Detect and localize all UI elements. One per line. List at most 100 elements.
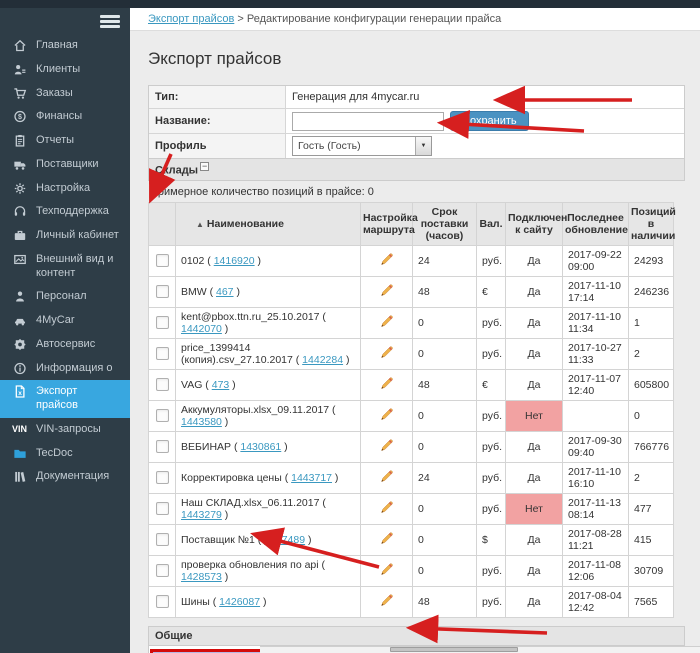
currency-cell: руб. [477,555,506,586]
stock-count-cell: 30709 [629,555,674,586]
row-checkbox[interactable] [156,471,169,484]
connected-cell: Да [506,555,563,586]
edit-route-pencil-icon[interactable] [380,345,394,359]
sidebar-item-3[interactable]: Заказы [0,82,130,106]
warehouses-section-header[interactable]: Склады− [148,159,685,181]
row-checkbox[interactable] [156,533,169,546]
sidebar-item-label: VIN-запросы [36,423,101,437]
edit-route-pencil-icon[interactable] [380,500,394,514]
page-title: Экспорт прайсов [148,49,685,69]
warehouse-id-link[interactable]: 1430861 [240,441,281,453]
warehouse-id-link[interactable]: 467 [216,286,234,298]
sidebar-item-17[interactable]: TecDoc [0,442,130,466]
row-checkbox[interactable] [156,285,169,298]
warehouse-id-link[interactable]: 1416920 [214,255,255,267]
delivery-hours-cell: 0 [413,400,477,431]
edit-route-pencil-icon[interactable] [380,469,394,483]
delivery-hours-cell: 48 [413,369,477,400]
warehouse-id-link[interactable]: 473 [212,379,230,391]
hamburger-menu-icon[interactable] [100,13,120,29]
edit-route-pencil-icon[interactable] [380,314,394,328]
edit-route-pencil-icon[interactable] [380,562,394,576]
general-section-label: Общие [155,630,193,642]
sidebar-item-13[interactable]: Автосервис [0,333,130,357]
profile-select-value: Гость (Гость) [293,137,415,155]
sidebar-item-9[interactable]: Личный кабинет [0,224,130,248]
stock-count-cell: 766776 [629,431,674,462]
table-row: Шины ( 1426087 )48руб.Да2017-08-04 12:42… [149,586,674,617]
name-input[interactable] [292,112,444,131]
stock-count-cell: 246236 [629,276,674,307]
delivery-hours-cell: 0 [413,307,477,338]
row-checkbox[interactable] [156,254,169,267]
warehouse-id-link[interactable]: 1443279 [181,509,222,521]
sidebar-item-6[interactable]: Поставщики [0,153,130,177]
row-checkbox[interactable] [156,564,169,577]
sidebar-item-16[interactable]: VINVIN-запросы [0,418,130,442]
row-checkbox[interactable] [156,378,169,391]
breadcrumb-link[interactable]: Экспорт прайсов [148,13,234,25]
sidebar-item-2[interactable]: Клиенты [0,58,130,82]
warehouse-id-link[interactable]: 1426087 [219,596,260,608]
warehouse-id-link[interactable]: 1428573 [181,571,222,583]
warehouse-id-link[interactable]: 1443580 [181,416,222,428]
edit-route-pencil-icon[interactable] [380,252,394,266]
row-checkbox[interactable] [156,502,169,515]
warehouse-id-link[interactable]: 1387489 [264,534,305,546]
sidebar-item-8[interactable]: Техподдержка [0,200,130,224]
edit-route-pencil-icon[interactable] [380,593,394,607]
connected-cell: Да [506,431,563,462]
warehouse-name-cell: Наш СКЛАД.xlsx_06.11.2017 ( 1443279 ) [176,493,361,524]
sidebar-item-label: Клиенты [36,63,80,77]
clients-icon [12,63,27,76]
edit-route-pencil-icon[interactable] [380,407,394,421]
approx-count-line: Примерное количество позиций в прайсе: 0 [148,181,685,202]
sidebar-item-7[interactable]: Настройка [0,177,130,201]
stock-count-cell: 0 [629,400,674,431]
sidebar-item-label: Заказы [36,87,73,101]
sidebar-item-10[interactable]: Внешний вид и контент [0,248,130,286]
table-row: 0102 ( 1416920 )24руб.Да2017-09-22 09:00… [149,245,674,276]
type-label: Тип: [149,86,286,108]
sidebar-item-14[interactable]: Информация о [0,357,130,381]
edit-route-pencil-icon[interactable] [380,531,394,545]
edit-route-pencil-icon[interactable] [380,376,394,390]
warehouse-id-link[interactable]: 1442284 [302,354,343,366]
image-icon [12,253,27,266]
delivery-hours-cell: 0 [413,338,477,369]
delivery-hours-cell: 24 [413,462,477,493]
row-checkbox[interactable] [156,440,169,453]
row-checkbox[interactable] [156,595,169,608]
profile-select[interactable]: Гость (Гость) ▼ [292,136,432,156]
warehouse-id-link[interactable]: 1442070 [181,323,222,335]
sidebar-item-label: Отчеты [36,134,74,148]
horizontal-scrollbar[interactable] [260,646,700,653]
column-header-1[interactable]: ▲Наименование [176,202,361,245]
collapse-icon[interactable]: − [200,162,209,171]
sidebar-item-11[interactable]: Персонал [0,285,130,309]
currency-cell: руб. [477,431,506,462]
save-button[interactable]: Сохранить [450,111,529,131]
connected-cell: Да [506,586,563,617]
edit-route-pencil-icon[interactable] [380,283,394,297]
sidebar-item-label: TecDoc [36,447,73,461]
currency-cell: руб. [477,307,506,338]
sidebar-item-label: Персонал [36,290,87,304]
sidebar-item-5[interactable]: Отчеты [0,129,130,153]
edit-route-pencil-icon[interactable] [380,438,394,452]
stock-count-cell: 2 [629,338,674,369]
row-checkbox[interactable] [156,409,169,422]
row-checkbox[interactable] [156,347,169,360]
table-row: проверка обновления по api ( 1428573 )0р… [149,555,674,586]
sidebar-item-4[interactable]: $Финансы [0,105,130,129]
profile-row: Профиль Гость (Гость) ▼ [149,134,684,158]
scrollbar-thumb[interactable] [390,647,518,652]
row-checkbox[interactable] [156,316,169,329]
warehouse-id-link[interactable]: 1443717 [291,472,332,484]
sidebar-item-18[interactable]: Документация [0,465,130,489]
sidebar-item-1[interactable]: Главная [0,34,130,58]
sidebar-item-12[interactable]: 4MyCar [0,309,130,333]
select-all-header [149,202,176,245]
sidebar-item-15[interactable]: xЭкспорт прайсов [0,380,130,418]
connected-cell: Да [506,307,563,338]
